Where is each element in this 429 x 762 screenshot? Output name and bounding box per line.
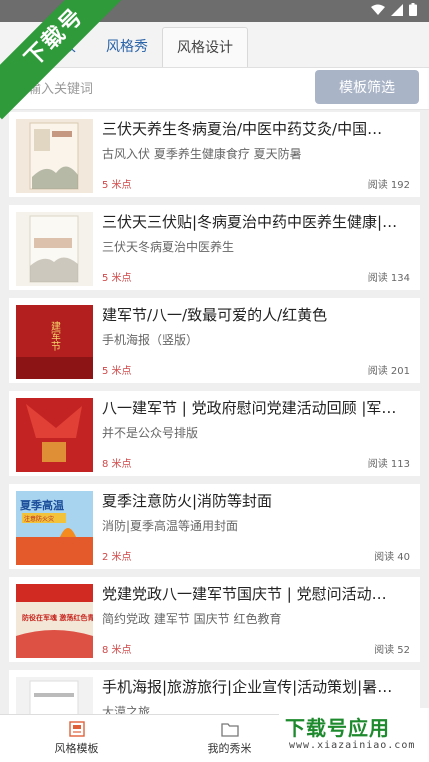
battery-icon	[409, 3, 417, 16]
list-item[interactable]: 防役在军魂 激荡红色青春 党建党政八一建军节国庆节 | 党慰问活动… 简约党政 …	[9, 577, 420, 662]
signal-icon	[391, 3, 403, 16]
card-title: 八一建军节 | 党政府慰问党建活动回顾 |军…	[102, 399, 397, 417]
status-icons	[371, 3, 417, 16]
logo-url: www.xiazainiao.com	[289, 740, 416, 751]
template-thumbnail	[16, 398, 93, 472]
tab-style-design[interactable]: 风格设计	[162, 27, 248, 67]
template-thumbnail: 防役在军魂 激荡红色青春	[16, 584, 93, 658]
thumb-text: 防役在军魂 激荡红色青春	[22, 613, 93, 622]
template-filter-button[interactable]: 模板筛选	[315, 70, 419, 104]
card-points: 2 米点	[102, 552, 132, 563]
card-reads: 阅读 40	[374, 552, 410, 563]
card-title: 党建党政八一建军节国庆节 | 党慰问活动…	[102, 585, 387, 603]
bottom-nav-label: 我的秀米	[207, 742, 252, 755]
card-points: 5 米点	[102, 180, 132, 191]
template-icon	[68, 721, 85, 737]
list-item[interactable]: 三伏天养生冬病夏治/中医中药艾灸/中国… 古风入伏 夏季养生健康食疗 夏天防暑 …	[9, 112, 420, 197]
thumb-text: 建军节	[49, 320, 61, 352]
template-thumbnail	[16, 119, 93, 193]
card-reads: 阅读 192	[367, 180, 410, 191]
card-subtitle: 手机海报（竖版）	[102, 333, 199, 347]
bottom-nav-templates[interactable]: 风格模板	[0, 715, 153, 762]
thumb-text: 注意防火灾	[24, 515, 54, 523]
thumb-text: 夏季高温	[20, 498, 64, 512]
card-points: 5 米点	[102, 366, 132, 377]
site-logo-watermark: 下载号应用 www.xiazainiao.com	[279, 708, 429, 762]
list-item[interactable]: 八一建军节 | 党政府慰问党建活动回顾 |军… 并不是公众号排版 8 米点 阅读…	[9, 391, 420, 476]
tab-style-show[interactable]: 风格秀	[92, 27, 162, 67]
card-points: 8 米点	[102, 645, 132, 656]
list-item[interactable]: 夏季高温 注意防火灾 夏季注意防火|消防等封面 消防|夏季高温等通用封面 2 米…	[9, 484, 420, 569]
card-points: 8 米点	[102, 459, 132, 470]
template-thumbnail: 建军节	[16, 305, 93, 379]
folder-icon	[220, 723, 239, 737]
list-item[interactable]: 建军节 建军节/八一/致最可爱的人/红黄色 手机海报（竖版） 5 米点 阅读 2…	[9, 298, 420, 383]
card-title: 三伏天三伏贴|冬病夏治中药中医养生健康|…	[102, 213, 398, 231]
card-reads: 阅读 134	[367, 273, 410, 284]
list-item[interactable]: 三伏天三伏贴|冬病夏治中药中医养生健康|… 三伏天冬病夏治中医养生 5 米点 阅…	[9, 205, 420, 290]
card-points: 5 米点	[102, 273, 132, 284]
card-title: 三伏天养生冬病夏治/中医中药艾灸/中国…	[102, 120, 383, 138]
card-subtitle: 三伏天冬病夏治中医养生	[102, 240, 235, 254]
card-title: 建军节/八一/致最可爱的人/红黄色	[102, 306, 328, 324]
card-title: 夏季注意防火|消防等封面	[102, 492, 273, 510]
template-thumbnail	[16, 212, 93, 286]
template-thumbnail: 夏季高温 注意防火灾	[16, 491, 93, 565]
logo-text: 下载号应用	[285, 716, 390, 740]
card-reads: 阅读 201	[367, 366, 410, 377]
search-bar: 模板筛选	[0, 68, 429, 110]
search-input[interactable]	[28, 74, 298, 104]
template-list: 三伏天养生冬病夏治/中医中药艾灸/中国… 古风入伏 夏季养生健康食疗 夏天防暑 …	[0, 112, 429, 714]
card-title: 手机海报|旅游旅行|企业宣传|活动策划|暑…	[102, 678, 393, 696]
card-subtitle: 古风入伏 夏季养生健康食疗 夏天防暑	[102, 147, 302, 161]
card-reads: 阅读 113	[367, 459, 410, 470]
card-subtitle: 消防|夏季高温等通用封面	[102, 519, 239, 533]
card-reads: 阅读 52	[374, 645, 410, 656]
wifi-icon	[371, 4, 385, 15]
card-subtitle: 简约党政 建军节 国庆节 红色教育	[102, 612, 282, 626]
bottom-nav-label: 风格模板	[54, 742, 99, 755]
template-thumbnail	[16, 677, 93, 714]
card-subtitle: 并不是公众号排版	[102, 426, 199, 440]
